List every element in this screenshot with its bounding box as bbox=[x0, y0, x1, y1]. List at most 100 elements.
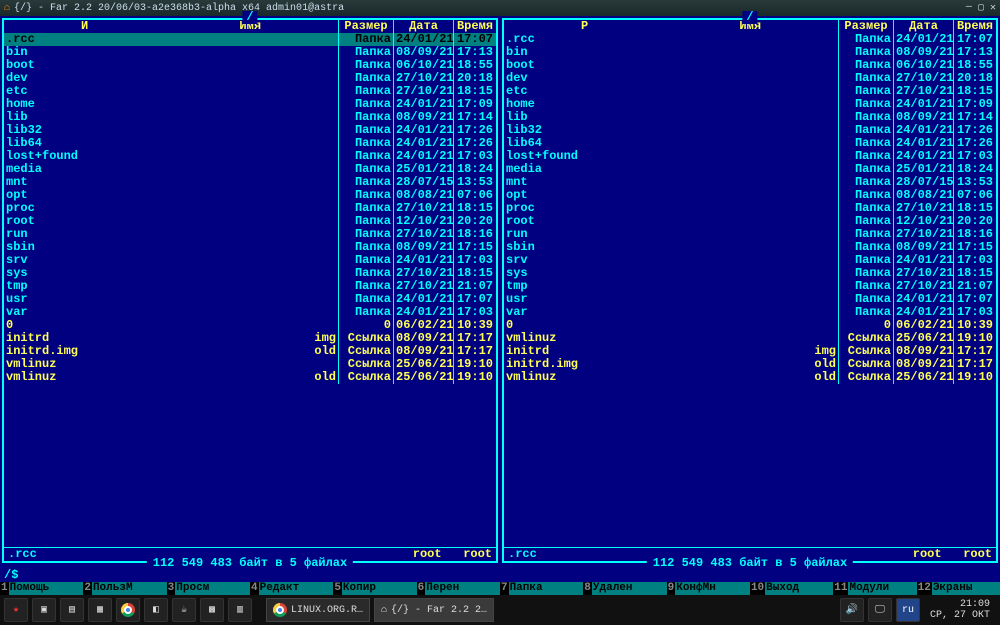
right-panel[interactable]: / Р ИмяРазмерДатаВремя.rccПапка24/01/211… bbox=[502, 18, 998, 563]
fkey-1[interactable]: 1Помощь bbox=[0, 582, 83, 595]
taskbar-task-far[interactable]: ⌂ {/} - Far 2.2 2… bbox=[374, 598, 494, 622]
file-row[interactable]: homeПапка24/01/2117:09 bbox=[4, 98, 496, 111]
col-date[interactable]: Дата bbox=[394, 20, 454, 33]
file-size: Папка bbox=[839, 228, 894, 241]
file-row[interactable]: initrd.imgoldСсылка08/09/2117:17 bbox=[504, 358, 996, 371]
file-row[interactable]: vmlinuzСсылка25/06/2119:10 bbox=[504, 332, 996, 345]
file-row[interactable]: optПапка08/08/2107:06 bbox=[4, 189, 496, 202]
file-row[interactable]: libПапка08/09/2117:14 bbox=[4, 111, 496, 124]
file-row[interactable]: homeПапка24/01/2117:09 bbox=[504, 98, 996, 111]
tray-network-icon[interactable]: 🖵 bbox=[868, 598, 892, 622]
file-row[interactable]: 0006/02/2110:39 bbox=[4, 319, 496, 332]
taskbar-clock[interactable]: 21:09 СР, 27 ОКТ bbox=[924, 599, 996, 621]
fkey-11[interactable]: 11Модули bbox=[833, 582, 916, 595]
file-row[interactable]: mntПапка28/07/1513:53 bbox=[504, 176, 996, 189]
maximize-button[interactable]: ▢ bbox=[978, 2, 984, 14]
file-row[interactable]: binПапка08/09/2117:13 bbox=[504, 46, 996, 59]
file-row[interactable]: runПапка27/10/2118:16 bbox=[504, 228, 996, 241]
taskbar-chrome[interactable] bbox=[116, 598, 140, 622]
fkey-6[interactable]: 6Перен bbox=[417, 582, 500, 595]
file-row[interactable]: procПапка27/10/2118:15 bbox=[504, 202, 996, 215]
file-row[interactable]: devПапка27/10/2120:18 bbox=[504, 72, 996, 85]
file-row[interactable]: initrdimgСсылка08/09/2117:17 bbox=[4, 332, 496, 345]
file-row[interactable]: lib64Папка24/01/2117:26 bbox=[4, 137, 496, 150]
close-button[interactable]: ✕ bbox=[990, 2, 996, 14]
file-row[interactable]: runПапка27/10/2118:16 bbox=[4, 228, 496, 241]
file-row[interactable]: libПапка08/09/2117:14 bbox=[504, 111, 996, 124]
file-row[interactable]: etcПапка27/10/2118:15 bbox=[504, 85, 996, 98]
file-list[interactable]: .rccПапка24/01/2117:07binПапка08/09/2117… bbox=[504, 33, 996, 547]
taskbar-app-5[interactable]: ☕ bbox=[172, 598, 196, 622]
file-row[interactable]: vmlinuzoldСсылка25/06/2119:10 bbox=[4, 371, 496, 384]
taskbar-app-1[interactable]: ▣ bbox=[32, 598, 56, 622]
file-row[interactable]: rootПапка12/10/2120:20 bbox=[504, 215, 996, 228]
taskbar-app-4[interactable]: ◧ bbox=[144, 598, 168, 622]
left-panel[interactable]: / И ИмяРазмерДатаВремя.rccПапка24/01/211… bbox=[2, 18, 498, 563]
file-row[interactable]: binПапка08/09/2117:13 bbox=[4, 46, 496, 59]
file-row[interactable]: mediaПапка25/01/2118:24 bbox=[4, 163, 496, 176]
fkey-9[interactable]: 9КонфМн bbox=[667, 582, 750, 595]
taskbar-app-3[interactable]: ▦ bbox=[88, 598, 112, 622]
file-row[interactable]: devПапка27/10/2120:18 bbox=[4, 72, 496, 85]
file-row[interactable]: mediaПапка25/01/2118:24 bbox=[504, 163, 996, 176]
file-row[interactable]: usrПапка24/01/2117:07 bbox=[4, 293, 496, 306]
file-row[interactable]: bootПапка06/10/2118:55 bbox=[4, 59, 496, 72]
file-row[interactable]: lost+foundПапка24/01/2117:03 bbox=[504, 150, 996, 163]
tray-keyboard-layout[interactable]: ru bbox=[896, 598, 920, 622]
file-date: 24/01/21 bbox=[894, 306, 954, 319]
file-row[interactable]: lib64Папка24/01/2117:26 bbox=[504, 137, 996, 150]
fkey-10[interactable]: 10Выход bbox=[750, 582, 833, 595]
file-row[interactable]: .rccПапка24/01/2117:07 bbox=[504, 33, 996, 46]
file-row[interactable]: varПапка24/01/2117:03 bbox=[4, 306, 496, 319]
start-button[interactable]: ★ bbox=[4, 598, 28, 622]
minimize-button[interactable]: — bbox=[966, 2, 972, 14]
file-name: sys bbox=[506, 267, 528, 280]
col-size[interactable]: Размер bbox=[339, 20, 394, 33]
fkey-12[interactable]: 12Экраны bbox=[917, 582, 1000, 595]
col-size[interactable]: Размер bbox=[839, 20, 894, 33]
file-row[interactable]: sysПапка27/10/2118:15 bbox=[4, 267, 496, 280]
col-name[interactable]: Р Имя bbox=[504, 20, 839, 33]
file-row[interactable]: optПапка08/08/2107:06 bbox=[504, 189, 996, 202]
col-name[interactable]: И Имя bbox=[4, 20, 339, 33]
file-row[interactable]: lib32Папка24/01/2117:26 bbox=[504, 124, 996, 137]
file-row[interactable]: srvПапка24/01/2117:03 bbox=[504, 254, 996, 267]
file-row[interactable]: 0006/02/2110:39 bbox=[504, 319, 996, 332]
file-row[interactable]: vmlinuzoldСсылка25/06/2119:10 bbox=[504, 371, 996, 384]
col-time[interactable]: Время bbox=[954, 20, 996, 33]
file-row[interactable]: initrdimgСсылка08/09/2117:17 bbox=[504, 345, 996, 358]
file-row[interactable]: srvПапка24/01/2117:03 bbox=[4, 254, 496, 267]
taskbar-app-7[interactable]: ▥ bbox=[228, 598, 252, 622]
file-row[interactable]: rootПапка12/10/2120:20 bbox=[4, 215, 496, 228]
file-row[interactable]: procПапка27/10/2118:15 bbox=[4, 202, 496, 215]
file-row[interactable]: etcПапка27/10/2118:15 bbox=[4, 85, 496, 98]
file-row[interactable]: lost+foundПапка24/01/2117:03 bbox=[4, 150, 496, 163]
tray-volume-icon[interactable]: 🔊 bbox=[840, 598, 864, 622]
file-row[interactable]: tmpПапка27/10/2121:07 bbox=[504, 280, 996, 293]
file-row[interactable]: varПапка24/01/2117:03 bbox=[504, 306, 996, 319]
taskbar-app-2[interactable]: ▤ bbox=[60, 598, 84, 622]
file-row[interactable]: bootПапка06/10/2118:55 bbox=[504, 59, 996, 72]
file-list[interactable]: .rccПапка24/01/2117:07binПапка08/09/2117… bbox=[4, 33, 496, 547]
col-time[interactable]: Время bbox=[454, 20, 496, 33]
fkey-5[interactable]: 5Копир bbox=[333, 582, 416, 595]
fkey-7[interactable]: 7Папка bbox=[500, 582, 583, 595]
file-row[interactable]: tmpПапка27/10/2121:07 bbox=[4, 280, 496, 293]
fkey-2[interactable]: 2ПользМ bbox=[83, 582, 166, 595]
file-row[interactable]: sbinПапка08/09/2117:15 bbox=[504, 241, 996, 254]
file-row[interactable]: usrПапка24/01/2117:07 bbox=[504, 293, 996, 306]
file-row[interactable]: .rccПапка24/01/2117:07 bbox=[4, 33, 496, 46]
fkey-8[interactable]: 8Удален bbox=[583, 582, 666, 595]
file-row[interactable]: sbinПапка08/09/2117:15 bbox=[4, 241, 496, 254]
col-date[interactable]: Дата bbox=[894, 20, 954, 33]
file-row[interactable]: lib32Папка24/01/2117:26 bbox=[4, 124, 496, 137]
taskbar-app-6[interactable]: ▩ bbox=[200, 598, 224, 622]
file-row[interactable]: initrd.imgoldСсылка08/09/2117:17 bbox=[4, 345, 496, 358]
file-row[interactable]: mntПапка28/07/1513:53 bbox=[4, 176, 496, 189]
fkey-4[interactable]: 4Редакт bbox=[250, 582, 333, 595]
file-row[interactable]: vmlinuzСсылка25/06/2119:10 bbox=[4, 358, 496, 371]
fkey-3[interactable]: 3Просм bbox=[167, 582, 250, 595]
command-line[interactable]: /$ bbox=[0, 569, 1000, 582]
taskbar-task-chrome[interactable]: LINUX.ORG.R… bbox=[266, 598, 370, 622]
file-row[interactable]: sysПапка27/10/2118:15 bbox=[504, 267, 996, 280]
